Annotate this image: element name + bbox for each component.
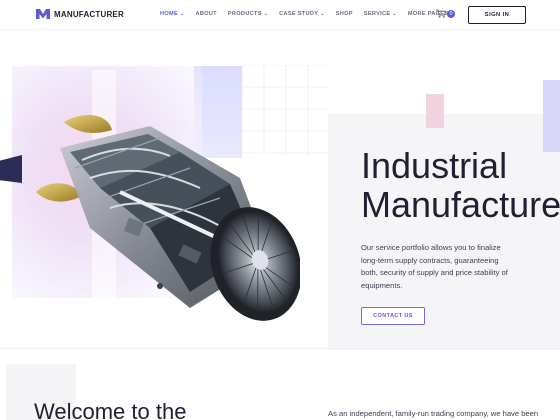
- site-header: MANUFACTURER HOME ⌄ ABOUT PRODUCTS ⌄ CAS…: [0, 0, 560, 30]
- cart-icon: [436, 9, 446, 18]
- navy-shape-decoration: [0, 155, 22, 183]
- about-paragraph: As an independent, family-run trading co…: [328, 409, 539, 418]
- main-nav: HOME ⌄ ABOUT PRODUCTS ⌄ CASE STUDY ⌄ SHO…: [160, 11, 466, 17]
- logo[interactable]: MANUFACTURER: [36, 8, 124, 20]
- nav-item-about[interactable]: ABOUT: [195, 11, 216, 17]
- nav-item-label: HOME: [160, 11, 178, 17]
- sign-in-button[interactable]: SIGN IN: [468, 6, 526, 24]
- nav-item-products[interactable]: PRODUCTS ⌄: [228, 11, 268, 17]
- nav-item-label: SERVICE: [363, 11, 391, 17]
- m-logo-icon: [36, 9, 50, 19]
- nav-item-home[interactable]: HOME ⌄: [160, 11, 184, 17]
- hero-title: Industrial Manufacturer: [361, 146, 560, 224]
- cart-count-badge: 0: [447, 9, 455, 18]
- jet-engine-image: [36, 115, 300, 321]
- section-divider: [0, 348, 560, 349]
- nav-item-case-study[interactable]: CASE STUDY ⌄: [279, 11, 325, 17]
- cart-button[interactable]: 0: [436, 9, 455, 18]
- chevron-down-icon: ⌄: [392, 11, 397, 17]
- welcome-heading: Welcome to the: [34, 399, 187, 420]
- brand-name: MANUFACTURER: [54, 9, 124, 19]
- page: MANUFACTURER HOME ⌄ ABOUT PRODUCTS ⌄ CAS…: [0, 0, 560, 420]
- nav-item-label: ABOUT: [195, 11, 217, 17]
- hero-title-line: Manufacturer: [361, 184, 560, 225]
- chevron-down-icon: ⌄: [320, 11, 325, 17]
- hero-title-line: Industrial: [361, 145, 508, 186]
- hero-description: Our service portfolio allows you to fina…: [361, 243, 508, 291]
- nav-item-label: CASE STUDY: [279, 11, 319, 17]
- contact-us-button[interactable]: CONTACT US: [361, 307, 425, 325]
- nav-item-shop[interactable]: SHOP: [336, 11, 353, 17]
- chevron-down-icon: ⌄: [263, 11, 269, 17]
- chevron-down-icon: ⌄: [179, 11, 185, 17]
- nav-item-label: PRODUCTS: [227, 11, 262, 17]
- nav-item-service[interactable]: SERVICE ⌄: [364, 11, 397, 17]
- pink-shape-decoration: [426, 94, 444, 128]
- nav-item-label: SHOP: [335, 11, 353, 17]
- lavender-shape-decoration: [543, 80, 560, 152]
